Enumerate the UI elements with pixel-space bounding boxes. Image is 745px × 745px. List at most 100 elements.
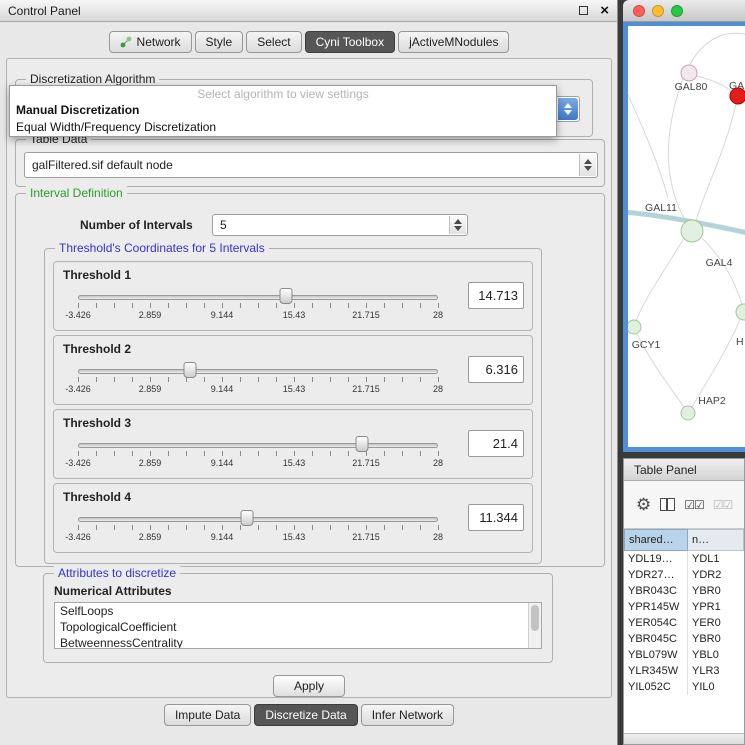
table-row[interactable]: YBL079W YBL0 (624, 647, 744, 663)
node-right-edge[interactable] (736, 304, 745, 320)
list-item[interactable]: SelfLoops (55, 603, 541, 619)
scale-label: 15.43 (283, 458, 306, 468)
scale-label: 28 (433, 532, 443, 542)
table-panel-title: Table Panel (634, 463, 697, 477)
group-title: Threshold's Coordinates for 5 Intervals (55, 241, 269, 255)
tab-network[interactable]: Network (109, 31, 192, 53)
tab-impute-data[interactable]: Impute Data (164, 704, 251, 726)
slider-thumb[interactable] (183, 362, 196, 378)
slider-thumb[interactable] (356, 436, 369, 452)
dropdown-option-manual-discretization[interactable]: Manual Discretization (10, 102, 556, 119)
table-row[interactable]: YPR145W YPR1 (624, 599, 744, 615)
arrow-up-icon (584, 159, 592, 164)
node-labels: GAL80 GA GAL11 GAL4 GCY1 H HAP2 (632, 80, 744, 407)
number-of-intervals-combobox[interactable]: 5 (212, 214, 468, 236)
cell-name[interactable]: YLR3 (688, 663, 744, 679)
float-window-icon[interactable] (579, 6, 588, 15)
table-row[interactable]: YBR045C YBR0 (624, 631, 744, 647)
select-all-icon[interactable]: ☑☑ (713, 499, 733, 511)
node-gcy1[interactable] (628, 320, 641, 334)
cell-name[interactable]: YBR0 (688, 631, 744, 647)
close-icon[interactable]: × (600, 5, 609, 17)
combobox-stepper[interactable] (449, 216, 466, 234)
node-gal4[interactable] (681, 220, 703, 242)
node-hap2[interactable] (681, 406, 695, 420)
tab-cyni-toolbox[interactable]: Cyni Toolbox (305, 31, 395, 53)
cell-shared-name[interactable]: YBR043C (624, 583, 688, 599)
cell-shared-name[interactable]: YIL052C (624, 679, 688, 695)
table-rows[interactable]: YDL19… YDL1 YDR27… YDR2 YBR043C YBR0 YPR… (624, 551, 744, 733)
table-row[interactable]: YDL19… YDL1 (624, 551, 744, 567)
tab-style[interactable]: Style (195, 31, 244, 53)
cell-name[interactable]: YDL1 (688, 551, 744, 567)
cell-name[interactable]: YPR1 (688, 599, 744, 615)
tab-select[interactable]: Select (246, 31, 301, 53)
threshold-label: Threshold 4 (63, 490, 131, 504)
minimize-traffic-light-icon[interactable] (652, 5, 664, 17)
node-label: HAP2 (698, 395, 726, 407)
close-traffic-light-icon[interactable] (633, 5, 645, 17)
window-title: Control Panel (8, 4, 579, 18)
cell-shared-name[interactable]: YPR145W (624, 599, 688, 615)
threshold-3-slider[interactable]: -3.426 2.859 9.144 15.43 21.715 28 (62, 436, 462, 476)
cell-name[interactable]: YBL0 (688, 647, 744, 663)
threshold-value-input[interactable]: 6.316 (468, 356, 524, 383)
cell-shared-name[interactable]: YDR27… (624, 567, 688, 583)
network-view-window: GAL80 GA GAL11 GAL4 GCY1 H HAP2 (623, 0, 745, 452)
cell-shared-name[interactable]: YER054C (624, 615, 688, 631)
apply-button[interactable]: Apply (273, 675, 345, 697)
table-row[interactable]: YLR345W YLR3 (624, 663, 744, 679)
table-data-group: Table Data galFiltered.sif default node (15, 139, 605, 187)
slider-thumb[interactable] (279, 288, 292, 304)
threshold-4-slider[interactable]: -3.426 2.859 9.144 15.43 21.715 28 (62, 510, 462, 550)
table-row[interactable]: YIL052C YIL0 (624, 679, 744, 695)
cell-name[interactable]: YIL0 (688, 679, 744, 695)
table-header-row: shared… n… (624, 529, 744, 551)
table-row[interactable]: YDR27… YDR2 (624, 567, 744, 583)
column-header-shared-name[interactable]: shared… (624, 529, 688, 551)
cyni-toolbox-panel: Discretization Algorithm Select algorith… (6, 58, 612, 698)
table-data-combobox[interactable]: galFiltered.sif default node (24, 152, 598, 178)
horizontal-scrollbar[interactable] (624, 733, 744, 744)
threshold-value-input[interactable]: 11.344 (468, 504, 524, 531)
list-item[interactable]: TopologicalCoefficient (55, 619, 541, 635)
combobox-arrow-button[interactable] (558, 98, 578, 120)
scrollbar-thumb[interactable] (531, 605, 539, 631)
table-row[interactable]: YER054C YER0 (624, 615, 744, 631)
select-columns-icon[interactable]: ☑☑ (684, 499, 704, 511)
table-panel-window: Table Panel ⚙ ☑☑ ☑☑ shared… n… YDL19… YD… (623, 458, 745, 745)
threshold-1-slider[interactable]: -3.426 2.859 9.144 15.43 21.715 28 (62, 288, 462, 328)
cell-shared-name[interactable]: YLR345W (624, 663, 688, 679)
threshold-value-input[interactable]: 14.713 (468, 282, 524, 309)
tab-label: Style (206, 35, 233, 49)
vertical-scrollbar[interactable] (528, 603, 541, 648)
slider-thumb[interactable] (241, 510, 254, 526)
node-gal80[interactable] (681, 65, 697, 81)
tab-discretize-data[interactable]: Discretize Data (254, 704, 357, 726)
dropdown-option-equal-width-frequency[interactable]: Equal Width/Frequency Discretization (10, 119, 556, 136)
threshold-value-input[interactable]: 21.4 (468, 430, 524, 457)
table-row[interactable]: YBR043C YBR0 (624, 583, 744, 599)
threshold-2-panel: Threshold 2 -3.426 2.859 9.144 15.43 21.… (53, 335, 533, 405)
tab-infer-network[interactable]: Infer Network (361, 704, 454, 726)
combobox-stepper[interactable] (579, 154, 596, 176)
scale-label: 15.43 (283, 384, 306, 394)
threshold-2-slider[interactable]: -3.426 2.859 9.144 15.43 21.715 28 (62, 362, 462, 402)
cell-name[interactable]: YBR0 (688, 583, 744, 599)
threshold-4-panel: Threshold 4 -3.426 2.859 9.144 15.43 21.… (53, 483, 533, 553)
column-header-name[interactable]: n… (688, 529, 744, 551)
slider-ticks (78, 303, 439, 308)
gear-icon[interactable]: ⚙ (636, 496, 651, 513)
network-canvas[interactable]: GAL80 GA GAL11 GAL4 GCY1 H HAP2 (628, 26, 745, 447)
cell-shared-name[interactable]: YDL19… (624, 551, 688, 567)
zoom-traffic-light-icon[interactable] (671, 5, 683, 17)
scale-label: 15.43 (283, 532, 306, 542)
cell-shared-name[interactable]: YBR045C (624, 631, 688, 647)
tab-jactivemnodules[interactable]: jActiveMNodules (398, 31, 509, 53)
numerical-attributes-list[interactable]: SelfLoops TopologicalCoefficient Between… (54, 602, 542, 649)
columns-icon[interactable] (660, 498, 675, 511)
cell-name[interactable]: YER0 (688, 615, 744, 631)
cell-shared-name[interactable]: YBL079W (624, 647, 688, 663)
cell-name[interactable]: YDR2 (688, 567, 744, 583)
list-item[interactable]: BetweennessCentrality (55, 635, 541, 649)
